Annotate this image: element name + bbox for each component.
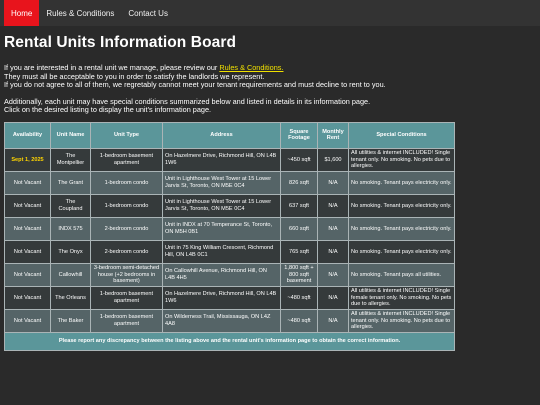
cell-square-footage: ~480 sqft [280, 308, 318, 333]
cell-address: On Callowhill Avenue, Richmond Hill, ON … [162, 262, 281, 287]
cell-unit-type: 2-bedroom condo [90, 216, 163, 241]
intro-text: If you are interested in a rental unit w… [4, 63, 536, 115]
cell-address: Unit in Lighthouse West Tower at 15 Lowe… [162, 193, 281, 218]
cell-address: Unit in INDX at 70 Temperance St, Toront… [162, 216, 281, 241]
cell-special-conditions: All utilities & internet INCLUDED! Singl… [348, 308, 455, 333]
table-row[interactable]: Not Vacant Callowhill 3-bedroom semi-det… [4, 262, 455, 287]
table-row[interactable]: Not Vacant The Grant 1-bedroom condo Uni… [4, 170, 455, 195]
cell-monthly-rent: N/A [317, 239, 349, 264]
table-row[interactable]: Not Vacant The Orleans 1-bedroom basemen… [4, 285, 455, 310]
cell-availability: Not Vacant [4, 285, 51, 310]
cell-square-footage: 826 sqft [280, 170, 318, 195]
main-content: Rental Units Information Board If you ar… [0, 34, 540, 351]
cell-unit-type: 1-bedroom condo [90, 193, 163, 218]
table-footer-note: Please report any discrepancy between th… [4, 331, 455, 351]
listings-table: Availability Unit Name Unit Type Address… [4, 121, 455, 351]
cell-unit-name: The Coupland [50, 193, 91, 218]
cell-unit-name: INDX 575 [50, 216, 91, 241]
cell-special-conditions: All utilities & internet INCLUDED! Singl… [348, 285, 455, 310]
table-row[interactable]: Not Vacant The Coupland 1-bedroom condo … [4, 193, 455, 218]
rules-conditions-link[interactable]: Rules & Conditions. [219, 63, 283, 72]
cell-unit-name: The Orleans [50, 285, 91, 310]
cell-availability: Not Vacant [4, 262, 51, 287]
intro-line-1-text: If you are interested in a rental unit w… [4, 63, 220, 72]
cell-square-footage: 765 sqft [280, 239, 318, 264]
table-header-row: Availability Unit Name Unit Type Address… [4, 121, 455, 149]
cell-monthly-rent: N/A [317, 216, 349, 241]
cell-address: On Wilderness Trail, Mississauga, ON L4Z… [162, 308, 281, 333]
cell-special-conditions: No smoking. Tenant pays electricity only… [348, 216, 455, 241]
cell-availability: Not Vacant [4, 216, 51, 241]
page-title: Rental Units Information Board [4, 34, 237, 51]
cell-address: Unit in 75 King William Crescent, Richmo… [162, 239, 281, 264]
cell-monthly-rent: N/A [317, 170, 349, 195]
cell-monthly-rent: N/A [317, 308, 349, 333]
cell-unit-type: 1-bedroom condo [90, 170, 163, 195]
table-footer-row: Please report any discrepancy between th… [4, 331, 455, 351]
cell-unit-type: 2-bedroom condo [90, 239, 163, 264]
cell-monthly-rent: $1,600 [317, 147, 349, 172]
cell-availability: Not Vacant [4, 308, 51, 333]
cell-square-footage: ~450 sqft [280, 147, 318, 172]
cell-square-footage: 660 sqft [280, 216, 318, 241]
cell-special-conditions: No smoking. Tenant pays electricity only… [348, 170, 455, 195]
cell-special-conditions: No smoking. Tenant pays electricity only… [348, 239, 455, 264]
cell-unit-type: 1-bedroom basement apartment [90, 147, 163, 172]
cell-monthly-rent: N/A [317, 262, 349, 287]
table-row[interactable]: Not Vacant INDX 575 2-bedroom condo Unit… [4, 216, 455, 241]
cell-unit-name: The Montpellier [50, 147, 91, 172]
nav-rules-link[interactable]: Rules & Conditions [39, 0, 121, 26]
cell-availability: Not Vacant [4, 239, 51, 264]
cell-special-conditions: No smoking. Tenant pays all utilities. [348, 262, 455, 287]
header-availability: Availability [4, 121, 51, 149]
cell-unit-type: 1-bedroom basement apartment [90, 308, 163, 333]
cell-square-footage: ~480 sqft [280, 285, 318, 310]
header-address: Address [162, 121, 281, 149]
nav-home-link[interactable]: Home [4, 0, 40, 26]
cell-square-footage: 1,800 sqft + 800 sqft basement [280, 262, 318, 287]
table-row[interactable]: Not Vacant The Onyx 2-bedroom condo Unit… [4, 239, 455, 264]
cell-unit-type: 3-bedroom semi-detached house (+2 bedroo… [90, 262, 163, 287]
cell-unit-type: 1-bedroom basement apartment [90, 285, 163, 310]
cell-square-footage: 637 sqft [280, 193, 318, 218]
cell-unit-name: The Baker [50, 308, 91, 333]
header-unit-type: Unit Type [90, 121, 163, 149]
header-special-conditions: Special Conditions [348, 121, 455, 149]
header-square-footage: Square Footage [280, 121, 318, 149]
cell-monthly-rent: N/A [317, 193, 349, 218]
table-row[interactable]: Not Vacant The Baker 1-bedroom basement … [4, 308, 455, 333]
cell-address: On Hazelmere Drive, Richmond Hill, ON L4… [162, 285, 281, 310]
header-unit-name: Unit Name [50, 121, 91, 149]
cell-address: On Hazelmere Drive, Richmond Hill, ON L4… [162, 147, 281, 172]
cell-unit-name: The Onyx [50, 239, 91, 264]
cell-availability: Not Vacant [4, 170, 51, 195]
cell-unit-name: Callowhill [50, 262, 91, 287]
table-row[interactable]: Sept 1, 2025 The Montpellier 1-bedroom b… [4, 147, 455, 172]
cell-monthly-rent: N/A [317, 285, 349, 310]
top-navbar: Home Rules & Conditions Contact Us [0, 0, 540, 26]
cell-availability: Not Vacant [4, 193, 51, 218]
nav-contact-link[interactable]: Contact Us [121, 0, 175, 26]
cell-availability: Sept 1, 2025 [4, 147, 51, 172]
cell-special-conditions: No smoking. Tenant pays electricity only… [348, 193, 455, 218]
header-monthly-rent: Monthly Rent [317, 121, 349, 149]
intro-line-3: If you do not agree to all of them, we r… [4, 80, 386, 90]
intro-line-5: Click on the desired listing to display … [4, 105, 212, 115]
cell-special-conditions: All utilities & internet INCLUDED! Singl… [348, 147, 455, 172]
cell-unit-name: The Grant [50, 170, 91, 195]
cell-address: Unit in Lighthouse West Tower at 15 Lowe… [162, 170, 281, 195]
